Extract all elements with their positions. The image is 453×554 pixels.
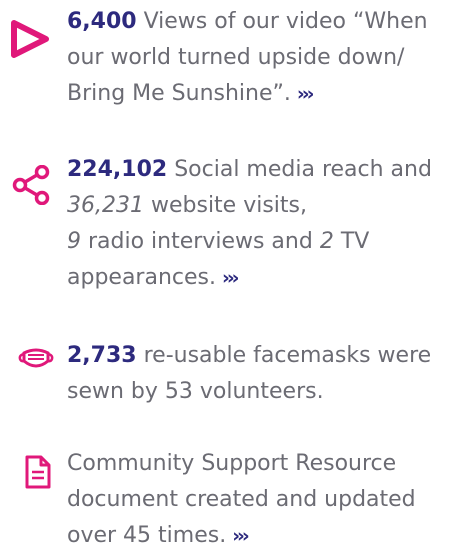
stat-text: Community Support Resource document crea… [67,446,451,554]
facemask-icon [18,348,54,368]
read-more-link[interactable]: ››› [222,267,239,289]
stat-text: 2,733 re-usable facemasks were sewn by 5… [67,338,451,410]
stat-text: 6,400 Views of our video “When our world… [67,4,451,112]
stat-description: website visits, [150,193,307,218]
stat-tv-count: 2 [319,229,334,254]
stat-radio-count: 9 [67,229,81,254]
document-icon [25,455,51,489]
stat-number: 6,400 [67,9,137,34]
stat-number: 224,102 [67,157,168,182]
stat-website-visits: 36,231 [67,193,144,218]
read-more-link[interactable]: ››› [297,83,314,105]
stat-description: radio interviews and [88,229,313,254]
share-icon [12,165,50,205]
stat-description: Social media reach and [174,157,432,182]
play-icon [11,20,49,58]
stat-text: 224,102 Social media reach and 36,231 we… [67,152,451,296]
stat-number: 2,733 [67,343,137,368]
read-more-link[interactable]: ››› [232,525,249,547]
